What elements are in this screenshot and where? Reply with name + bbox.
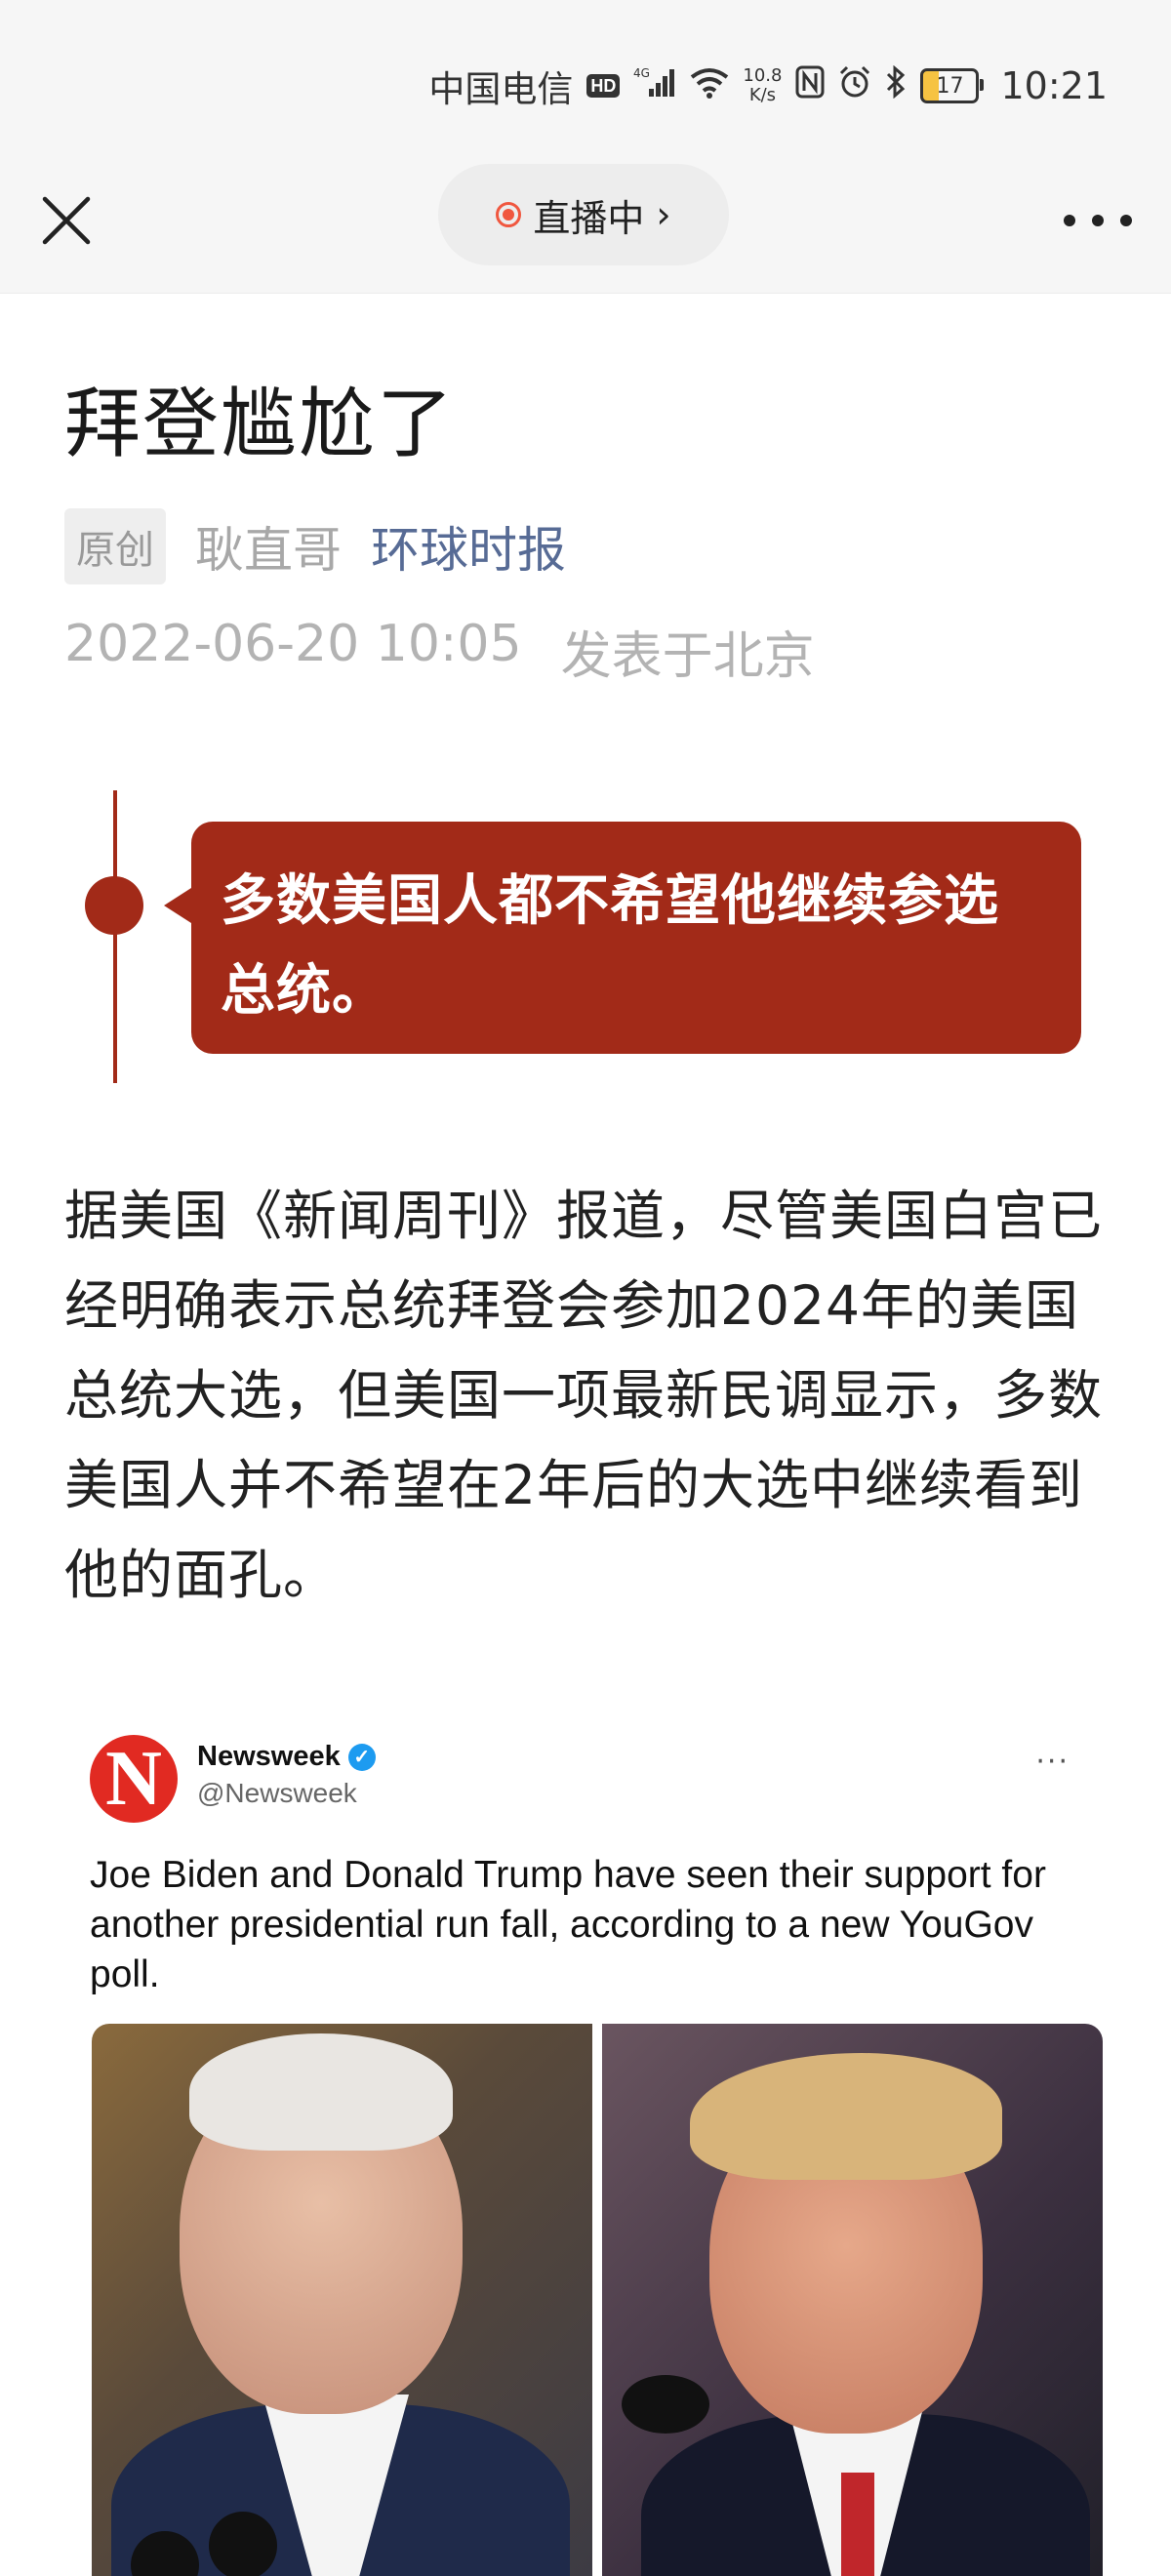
nfc-icon [795,65,825,107]
article-title: 拜登尴尬了 [64,381,456,468]
account-link[interactable]: 环球时报 [371,511,566,582]
network-speed-value: 10.8 [743,65,783,86]
photo-trump [602,2024,1103,2576]
tweet-handle: @Newsweek [197,1778,357,1808]
more-button[interactable] [1064,199,1132,242]
battery-icon: 17 [920,68,985,103]
network-speed-unit: K/s [748,85,777,105]
live-now-button[interactable]: 直播中 › [438,164,729,265]
more-dot [1064,215,1075,226]
article-paragraph: 据美国《新闻周刊》报道，尽管美国白宫已经明确表示总统拜登会参加2024年的美国总… [64,1185,1104,1606]
wifi-icon [690,65,729,107]
alarm-icon [838,65,871,107]
bluetooth-icon [885,64,907,107]
live-label: 直播中 [533,196,645,240]
status-bar: 中国电信 HD 4G 10.8 K/s 17 10:21 [0,0,1171,156]
photo-hair [690,2053,1002,2180]
original-badge: 原创 [64,508,166,584]
chevron-right-icon: › [656,193,671,236]
svg-text:4G: 4G [633,66,650,80]
hd-icon: HD [586,74,621,98]
status-bar-right: 中国电信 HD 4G 10.8 K/s 17 10:21 [428,57,1108,115]
callout-highlight: 多数美国人都不希望他继续参选总统。 [191,822,1081,1054]
tweet-more-icon: ··· [1035,1745,1070,1779]
callout-timeline-dot [85,876,143,935]
author-name: 耿直哥 [195,522,342,579]
publish-location: 发表于北京 [560,627,815,686]
verified-badge-icon: ✓ [347,1743,376,1771]
microphone-icon [622,2375,709,2434]
more-dot [1092,215,1104,226]
photo-biden [92,2024,592,2576]
carrier-name: 中国电信 [428,68,574,110]
embedded-tweet-image[interactable]: N Newsweek ✓ @Newsweek ··· Joe Biden and… [62,1688,1109,2576]
signal-icon: 4G [633,65,676,107]
newsweek-logo: N [90,1735,178,1823]
tweet-author-name: Newsweek [197,1741,341,1772]
photo-tie [841,2473,874,2576]
network-speed: 10.8 K/s [743,66,782,105]
publish-info: 2022-06-20 10:05 发表于北京 [64,615,815,688]
close-button[interactable] [39,193,94,248]
live-dot-icon [496,202,522,227]
clock: 10:21 [1000,64,1108,107]
article-meta: 原创 耿直哥 环球时报 [64,508,566,584]
top-nav-bar: 直播中 › [0,156,1171,294]
more-dot [1120,215,1132,226]
close-icon [42,196,91,245]
battery-level: 17 [936,73,964,99]
publish-date: 2022-06-20 10:05 [64,615,522,673]
callout-timeline-line [113,790,117,1083]
tweet-author: Newsweek ✓ [197,1741,376,1773]
tweet-photos [92,2024,1103,2576]
tweet-text: Joe Biden and Donald Trump have seen the… [90,1854,1046,1995]
callout-arrow [164,888,191,923]
photo-hair [189,2033,453,2151]
microphone-icon [209,2512,277,2576]
